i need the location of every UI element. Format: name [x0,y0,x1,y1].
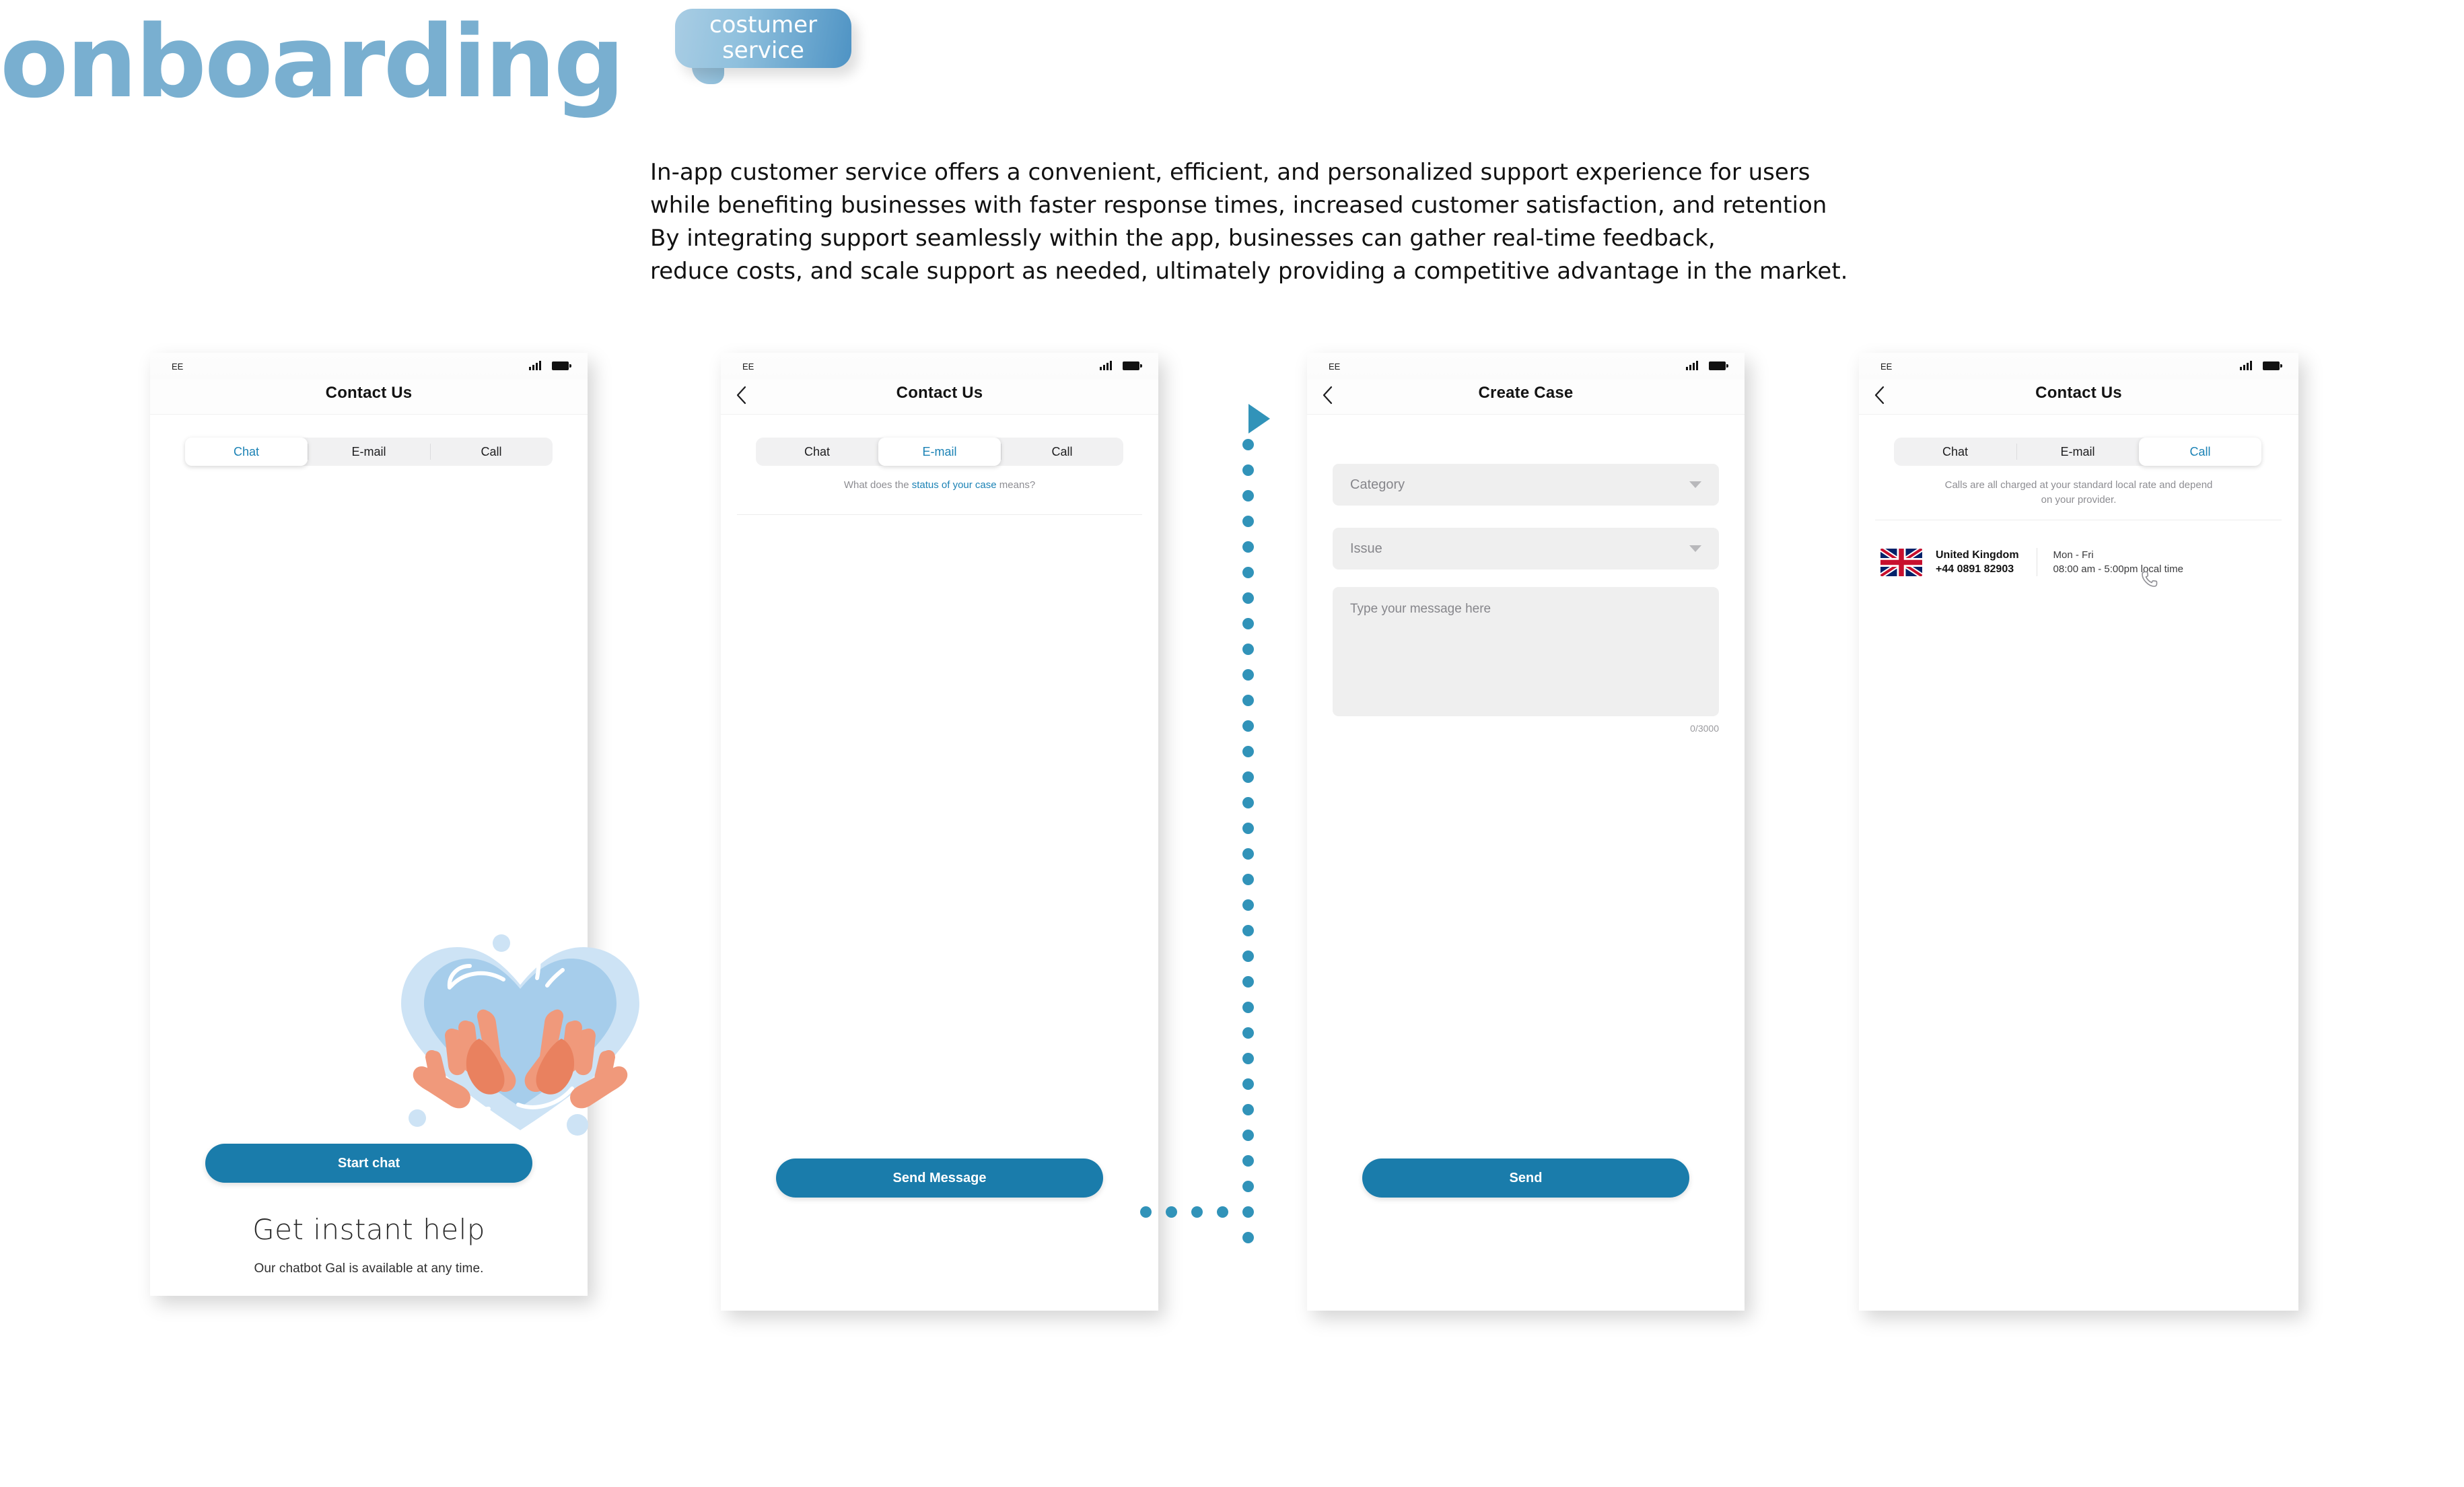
send-button[interactable]: Send [1362,1159,1689,1198]
tab-chat[interactable]: Chat [1894,438,2016,466]
page-title: onboarding [0,4,625,120]
back-button[interactable] [1322,385,1333,405]
phone-screen-email: EE Contact Us Chat E-mail Call What does… [721,353,1158,1311]
signal-bars-icon [1100,360,1112,370]
hands-heart-illustration [369,928,672,1144]
case-status-hint: What does the status of your case means? [721,478,1158,493]
chevron-left-icon [736,386,746,405]
description-paragraph: In-app customer service offers a conveni… [650,156,2185,288]
phone-screen-chat: EE Contact Us Chat E-mail Call Get insta… [150,353,639,1296]
character-counter: 0/3000 [1690,723,1719,734]
tab-chat[interactable]: Chat [185,438,308,466]
back-button[interactable] [1874,385,1885,405]
issue-select[interactable]: Issue [1333,528,1719,569]
signal-bars-icon [529,360,541,370]
country-phone-number: +44 0891 82903 [1936,563,2014,575]
phone-screen-create-case: EE Create Case Category Issue Type your … [1307,353,1745,1311]
tab-call[interactable]: Call [430,438,553,466]
divider [737,514,1142,515]
carrier-label: EE [172,361,184,372]
phone-screen-call: EE Contact Us Chat E-mail Call Calls are… [1859,353,2298,1311]
category-select[interactable]: Category [1333,464,1719,506]
category-label: Category [1350,477,1405,492]
battery-icon [2263,361,2282,370]
country-info: United Kingdom +44 0891 82903 [1936,548,2019,576]
tab-call[interactable]: Call [1001,438,1123,466]
status-bar: EE [721,353,1158,380]
chevron-left-icon [1874,386,1885,405]
tab-call[interactable]: Call [2139,438,2261,466]
call-disclaimer: Calls are all charged at your standard l… [1859,478,2298,508]
tab-email[interactable]: E-mail [308,438,430,466]
signal-bars-icon [1686,360,1698,370]
carrier-label: EE [1880,361,1893,372]
chevron-down-icon [1689,545,1701,552]
nav-title: Create Case [1478,384,1574,402]
nav-title: Contact Us [896,384,983,402]
chevron-down-icon [1689,481,1701,488]
poster-canvas: onboarding costumer service In-app custo… [0,0,2464,1487]
status-bar: EE [1307,353,1745,380]
signal-bars-icon [2240,360,2252,370]
battery-icon [1123,361,1142,370]
hint-prefix: What does the [843,479,912,491]
chevron-left-icon [1323,386,1333,405]
disclaimer-line-2: on your provider. [2041,494,2117,506]
tab-email[interactable]: E-mail [2016,438,2139,466]
start-chat-button[interactable]: Start chat [205,1144,532,1183]
phone-handset-icon[interactable] [2140,569,2159,592]
back-button[interactable] [736,385,747,405]
nav-title: Contact Us [2035,384,2122,402]
description-line: reduce costs, and scale support as neede… [650,258,1848,285]
send-message-button[interactable]: Send Message [776,1159,1103,1198]
contact-row-uk[interactable]: United Kingdom +44 0891 82903 Mon - Fri … [1880,548,2183,587]
battery-icon [552,361,571,370]
nav-title: Contact Us [325,384,413,402]
bubble-line-2: service [722,37,804,64]
description-line: while benefiting businesses with faster … [650,192,1827,219]
nav-bar: Contact Us [721,380,1158,415]
status-bar: EE [1859,353,2298,380]
contact-method-tabs[interactable]: Chat E-mail Call [1894,438,2261,466]
tab-email[interactable]: E-mail [878,438,1001,466]
hint-suffix: means? [996,479,1036,491]
description-line: In-app customer service offers a conveni… [650,159,1810,186]
opening-time: 08:00 am - 5:00pm local time [2053,563,2183,575]
opening-hours: Mon - Fri 08:00 am - 5:00pm local time [2036,548,2183,576]
status-bar: EE [150,353,588,380]
country-name: United Kingdom [1936,549,2019,561]
issue-label: Issue [1350,541,1382,556]
speech-bubble-text: costumer service [675,12,851,63]
description-line: By integrating support seamlessly within… [650,225,1716,252]
contact-method-tabs[interactable]: Chat E-mail Call [185,438,553,466]
carrier-label: EE [1329,361,1341,372]
status-of-your-case-link[interactable]: status of your case [912,479,997,491]
message-placeholder: Type your message here [1350,602,1491,616]
tab-chat[interactable]: Chat [756,438,878,466]
opening-days: Mon - Fri [2053,549,2094,561]
bubble-line-1: costumer [709,11,818,38]
nav-bar: Create Case [1307,380,1745,415]
uk-flag-icon [1880,548,1922,576]
disclaimer-line-1: Calls are all charged at your standard l… [1944,479,2213,491]
battery-icon [1709,361,1728,370]
nav-bar: Contact Us [150,380,588,415]
message-textarea[interactable]: Type your message here [1333,587,1719,716]
chat-subline: Our chatbot Gal is available at any time… [254,1261,484,1276]
contact-method-tabs[interactable]: Chat E-mail Call [756,438,1123,466]
flow-connector [1140,401,1306,1253]
chat-headline: Get instant help [252,1213,485,1246]
nav-bar: Contact Us [1859,380,2298,415]
carrier-label: EE [742,361,754,372]
